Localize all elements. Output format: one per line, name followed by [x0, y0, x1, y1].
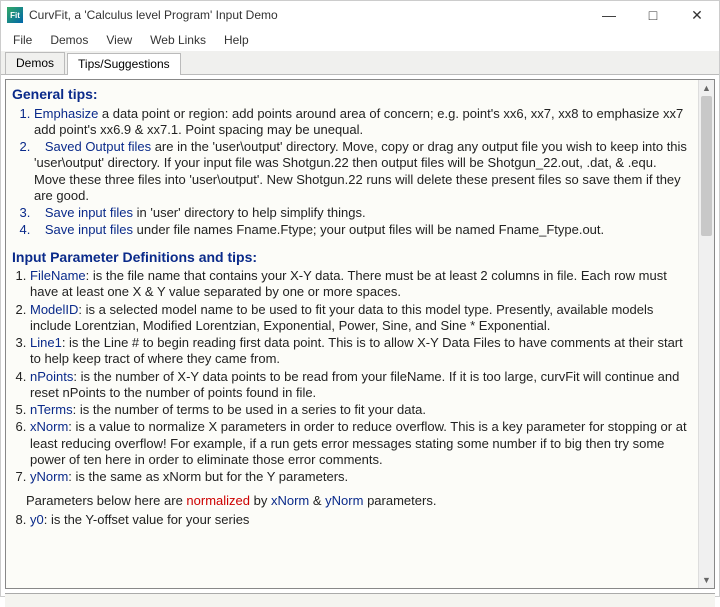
tips-text: General tips: Emphasize a data point or …	[6, 80, 698, 588]
title-bar: Fit CurvFit, a 'Calculus level Program' …	[1, 1, 719, 29]
menu-file[interactable]: File	[5, 31, 40, 49]
scroll-down-icon[interactable]: ▼	[699, 572, 714, 588]
list-item: nPoints: is the number of X-Y data point…	[30, 369, 690, 402]
tab-bar: Demos Tips/Suggestions	[1, 51, 719, 75]
tab-demos[interactable]: Demos	[5, 52, 65, 74]
scroll-up-icon[interactable]: ▲	[699, 80, 714, 96]
list-item: yNorm: is the same as xNorm but for the …	[30, 469, 690, 485]
list-item: FileName: is the file name that contains…	[30, 268, 690, 301]
list-item: Save input files in 'user' directory to …	[34, 205, 690, 221]
menu-demos[interactable]: Demos	[42, 31, 96, 49]
bottom-panel	[5, 593, 715, 607]
content-panel: General tips: Emphasize a data point or …	[5, 79, 715, 589]
scroll-thumb[interactable]	[701, 96, 712, 236]
input-defs-list: FileName: is the file name that contains…	[30, 268, 690, 485]
list-item: Save input files under file names Fname.…	[34, 222, 690, 238]
general-tips-heading: General tips:	[12, 86, 690, 104]
tab-tips[interactable]: Tips/Suggestions	[67, 53, 181, 75]
window-title: CurvFit, a 'Calculus level Program' Inpu…	[29, 8, 587, 22]
list-item: Saved Output files are in the 'user\outp…	[34, 139, 690, 204]
list-item: Emphasize a data point or region: add po…	[34, 106, 690, 139]
general-tips-list: Emphasize a data point or region: add po…	[34, 106, 690, 239]
minimize-button[interactable]: —	[587, 1, 631, 29]
close-button[interactable]: ✕	[675, 1, 719, 29]
menu-help[interactable]: Help	[216, 31, 257, 49]
list-item: Line1: is the Line # to begin reading fi…	[30, 335, 690, 368]
list-item: ModelID: is a selected model name to be …	[30, 302, 690, 335]
vertical-scrollbar[interactable]: ▲ ▼	[698, 80, 714, 588]
menu-bar: File Demos View Web Links Help	[1, 29, 719, 51]
input-defs-list-cont: y0: is the Y-offset value for your serie…	[30, 512, 690, 528]
maximize-button[interactable]: □	[631, 1, 675, 29]
window-controls: — □ ✕	[587, 1, 719, 29]
list-item: nTerms: is the number of terms to be use…	[30, 402, 690, 418]
menu-weblinks[interactable]: Web Links	[142, 31, 214, 49]
normalized-note: Parameters below here are normalized by …	[26, 493, 690, 509]
app-icon: Fit	[7, 7, 23, 23]
menu-view[interactable]: View	[98, 31, 140, 49]
list-item: y0: is the Y-offset value for your serie…	[30, 512, 690, 528]
list-item: xNorm: is a value to normalize X paramet…	[30, 419, 690, 468]
input-defs-heading: Input Parameter Definitions and tips:	[12, 249, 690, 267]
